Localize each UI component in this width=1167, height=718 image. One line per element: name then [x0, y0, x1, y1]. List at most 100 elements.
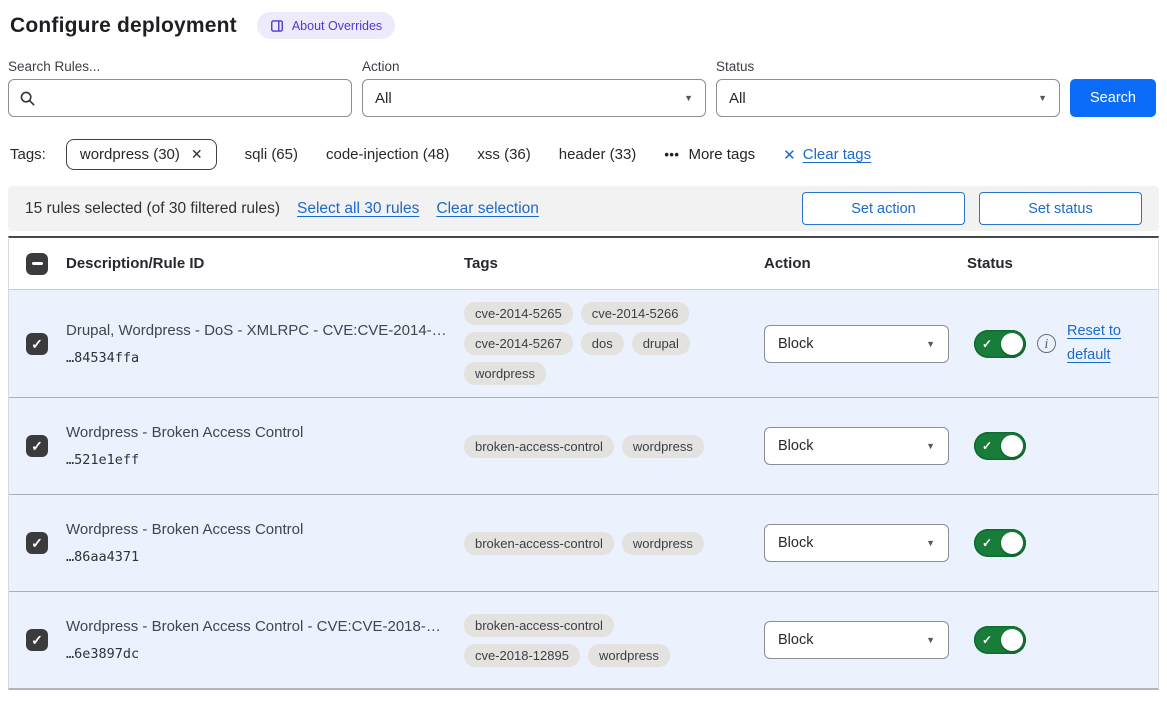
status-filter-group: Status All ▼: [716, 59, 1060, 117]
search-button[interactable]: Search: [1070, 79, 1156, 117]
rule-description: Wordpress - Broken Access Control - CVE:…: [66, 618, 464, 635]
check-icon: ✓: [31, 439, 43, 453]
indeterminate-icon: [32, 262, 43, 265]
rule-tags: broken-access-controlcve-2018-12895wordp…: [464, 614, 726, 667]
chevron-down-icon: ▼: [926, 538, 935, 548]
about-overrides-badge[interactable]: About Overrides: [257, 12, 395, 39]
clear-selection-link[interactable]: Clear selection: [436, 200, 539, 218]
action-select-value: Block: [778, 438, 813, 454]
action-filter-label: Action: [362, 59, 706, 74]
tags-bar: Tags: wordpress (30) ✕ sqli (65) code-in…: [10, 139, 1159, 170]
toggle-knob: [1001, 532, 1023, 554]
rule-tags: cve-2014-5265 cve-2014-5266 cve-2014-5267 d…: [464, 302, 726, 385]
search-icon: [19, 90, 36, 107]
status-filter-label: Status: [716, 59, 1060, 74]
rule-tags: broken-access-control wordpress: [464, 532, 726, 555]
toggle-knob: [1001, 435, 1023, 457]
select-all-link[interactable]: Select all 30 rules: [297, 200, 419, 218]
ellipsis-icon: •••: [664, 147, 679, 162]
about-overrides-label: About Overrides: [292, 19, 382, 33]
tag-option-code-injection[interactable]: code-injection (48): [326, 146, 449, 163]
info-icon[interactable]: i: [1037, 334, 1056, 353]
tag-pill: broken-access-control: [464, 435, 614, 458]
check-icon: ✓: [982, 633, 992, 647]
check-icon: ✓: [31, 633, 43, 647]
column-action: Action: [764, 255, 967, 272]
table-row: ✓ Wordpress - Broken Access Control …86a…: [9, 494, 1158, 591]
check-icon: ✓: [31, 337, 43, 351]
status-toggle[interactable]: ✓: [974, 529, 1026, 557]
chevron-down-icon: ▼: [1038, 93, 1047, 103]
clear-tags-label: Clear tags: [803, 146, 871, 163]
remove-tag-icon[interactable]: ✕: [191, 146, 203, 163]
column-description: Description/Rule ID: [66, 255, 464, 272]
search-rules-group: Search Rules...: [8, 59, 352, 117]
row-checkbox[interactable]: ✓: [26, 333, 48, 355]
status-toggle[interactable]: ✓: [974, 432, 1026, 460]
check-icon: ✓: [982, 439, 992, 453]
clear-tags-link[interactable]: ✕ Clear tags: [783, 146, 871, 164]
action-filter-group: Action All ▼: [362, 59, 706, 117]
status-toggle[interactable]: ✓: [974, 330, 1026, 358]
tag-pill: wordpress: [464, 362, 546, 385]
rule-id: …84534ffa: [66, 350, 464, 366]
toggle-knob: [1001, 333, 1023, 355]
status-toggle[interactable]: ✓: [974, 626, 1026, 654]
chevron-down-icon: ▼: [926, 635, 935, 645]
search-rules-inputbox: [8, 79, 352, 117]
action-select[interactable]: Block ▼: [764, 325, 949, 363]
rule-description: Wordpress - Broken Access Control: [66, 521, 464, 538]
tag-pill: drupal: [632, 332, 690, 355]
toggle-knob: [1001, 629, 1023, 651]
more-tags-label: More tags: [688, 146, 755, 163]
reset-to-default-link[interactable]: Reset to default: [1067, 320, 1129, 366]
tag-pill: broken-access-control: [464, 532, 614, 555]
table-header: Description/Rule ID Tags Action Status: [9, 238, 1158, 290]
chevron-down-icon: ▼: [684, 93, 693, 103]
more-tags-button[interactable]: ••• More tags: [664, 146, 755, 163]
table-row: ✓ Wordpress - Broken Access Control …521…: [9, 397, 1158, 494]
selected-tag-wordpress[interactable]: wordpress (30) ✕: [66, 139, 217, 170]
action-select[interactable]: Block ▼: [764, 524, 949, 562]
tag-pill: cve-2014-5265: [464, 302, 573, 325]
chevron-down-icon: ▼: [926, 339, 935, 349]
row-checkbox[interactable]: ✓: [26, 435, 48, 457]
book-icon: [270, 19, 284, 33]
rule-description: Wordpress - Broken Access Control: [66, 424, 464, 441]
clear-icon: ✕: [783, 146, 796, 164]
rule-id: …521e1eff: [66, 452, 464, 468]
status-filter-select[interactable]: All ▼: [716, 79, 1060, 117]
tag-pill: cve-2014-5267: [464, 332, 573, 355]
table-row: ✓ Drupal, Wordpress - DoS - XMLRPC - CVE…: [9, 290, 1158, 397]
selection-bar: 15 rules selected (of 30 filtered rules)…: [8, 186, 1159, 231]
action-select[interactable]: Block ▼: [764, 427, 949, 465]
tag-pill: cve-2014-5266: [581, 302, 690, 325]
tag-pill: wordpress: [588, 644, 670, 667]
check-icon: ✓: [982, 337, 992, 351]
row-checkbox[interactable]: ✓: [26, 629, 48, 651]
action-select[interactable]: Block ▼: [764, 621, 949, 659]
tag-option-xss[interactable]: xss (36): [477, 146, 530, 163]
check-icon: ✓: [982, 536, 992, 550]
action-select-value: Block: [778, 336, 813, 352]
set-status-button[interactable]: Set status: [979, 192, 1142, 225]
page-header: Configure deployment About Overrides: [10, 12, 1159, 39]
rule-description: Drupal, Wordpress - DoS - XMLRPC - CVE:C…: [66, 322, 464, 339]
row-checkbox[interactable]: ✓: [26, 532, 48, 554]
tag-pill: dos: [581, 332, 624, 355]
column-tags: Tags: [464, 255, 764, 272]
rule-tags: broken-access-controlwordpress: [464, 435, 726, 458]
tag-option-sqli[interactable]: sqli (65): [245, 146, 298, 163]
search-rules-input[interactable]: [44, 90, 341, 107]
rule-id: …6e3897dc: [66, 646, 464, 662]
rule-id: …86aa4371: [66, 549, 464, 565]
tags-bar-label: Tags:: [10, 146, 46, 163]
action-select-value: Block: [778, 535, 813, 551]
search-rules-label: Search Rules...: [8, 59, 352, 74]
tag-option-header[interactable]: header (33): [559, 146, 637, 163]
rules-table-body: ✓ Drupal, Wordpress - DoS - XMLRPC - CVE…: [9, 290, 1158, 688]
tag-pill: wordpress: [622, 532, 704, 555]
set-action-button[interactable]: Set action: [802, 192, 965, 225]
select-all-checkbox[interactable]: [26, 253, 48, 275]
action-filter-select[interactable]: All ▼: [362, 79, 706, 117]
